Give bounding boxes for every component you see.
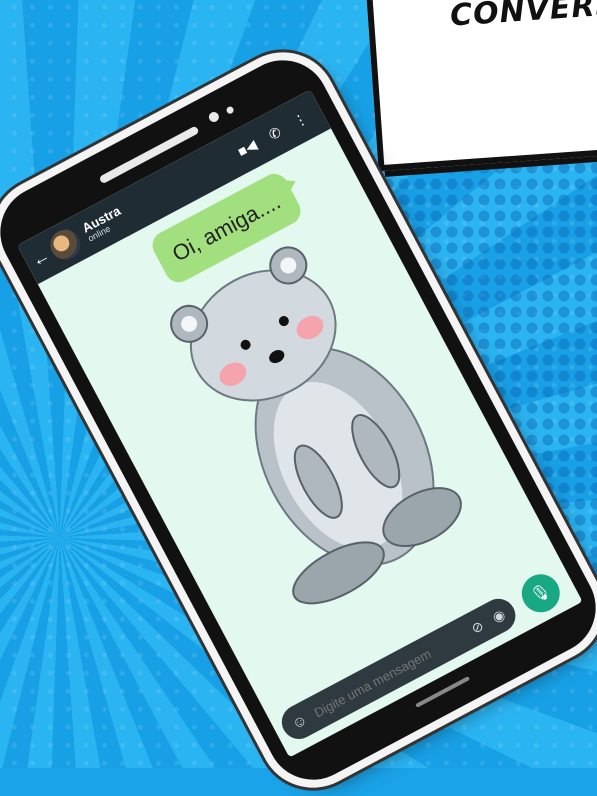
phone-call-icon[interactable]: ✆ — [266, 123, 284, 144]
more-vert-icon[interactable]: ⋮ — [290, 109, 310, 131]
camera-icon[interactable]: ◉ — [489, 605, 508, 626]
bubble-tail — [281, 174, 300, 194]
mic-icon: 🎙 — [528, 581, 554, 607]
emoji-icon[interactable]: ☺ — [289, 711, 311, 733]
mic-button[interactable]: 🎙 — [515, 567, 567, 620]
